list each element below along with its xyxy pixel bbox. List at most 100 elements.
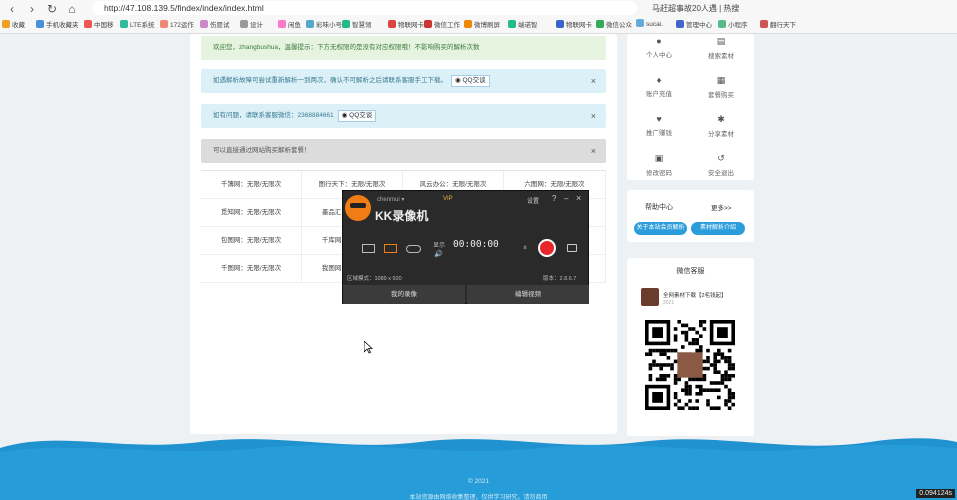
reload-icon[interactable]: ↻ xyxy=(44,2,60,16)
bookmark-item[interactable]: 翻行天下 xyxy=(760,19,796,29)
alert-text: 欢迎您，zhangbushua，温馨提示：下方无权限的是没有对应权限哦！不影响购… xyxy=(213,44,480,51)
home-icon[interactable]: ⌂ xyxy=(64,2,80,16)
wallet-icon: ♦ xyxy=(656,75,662,85)
sidebar-item-label: 搜索素材 xyxy=(708,53,734,60)
close-icon[interactable]: × xyxy=(591,104,596,128)
bookmark-icon xyxy=(676,20,684,28)
kk-settings[interactable]: 设置 xyxy=(527,196,539,205)
camera-icon[interactable] xyxy=(567,244,577,252)
help-center: 帮助中心 更多>> 关于本站会员解析 素材解析介绍 xyxy=(627,190,754,242)
bookmark-item[interactable]: 设计 xyxy=(240,19,263,29)
help-title: 帮助中心 xyxy=(645,204,673,211)
sidebar-item-label: 分享素材 xyxy=(708,131,734,138)
bookmark-label: 彩味小号 xyxy=(316,22,342,29)
intro-button[interactable]: 素材解析介绍 xyxy=(691,222,745,235)
qr-code xyxy=(645,320,735,410)
alert-text: 可以直接通过网站购买解析套餐！ xyxy=(213,147,311,154)
kk-close-icon[interactable]: × xyxy=(576,193,581,203)
pause-icon[interactable]: ⏸ xyxy=(523,243,527,253)
url-text[interactable]: http://47.108.139.5/findex/index/index.h… xyxy=(104,3,264,13)
alert-box: 如有问题，请联系客服微信：2368884661 ◉ QQ交谈 × xyxy=(201,104,606,128)
record-button[interactable] xyxy=(538,239,556,257)
bookmark-label: LTE系统 xyxy=(130,22,155,29)
bookmark-item[interactable]: 物联网卡 xyxy=(556,19,592,29)
sidebar-item[interactable]: ♥ 推广赚钱 xyxy=(629,114,689,137)
browser-search[interactable]: 马赶超事故20人遇 | 热搜 xyxy=(652,3,739,14)
bookmark-icon xyxy=(240,20,248,28)
qq-chat-button[interactable]: ◉ QQ交谈 xyxy=(337,110,377,122)
kk-account[interactable]: chenmui ▾ xyxy=(377,196,404,203)
bookmark-item[interactable]: 彩味小号 xyxy=(306,19,342,29)
footer-copyright: © 2021 xyxy=(467,478,490,485)
screen-mode-icon[interactable] xyxy=(362,244,375,253)
kk-help-icon[interactable]: ? xyxy=(552,194,556,203)
edit-video-tab[interactable]: 编辑视频 xyxy=(467,285,589,304)
bookmark-label: 物联网卡 xyxy=(566,22,592,29)
about-button[interactable]: 关于本站会员解析 xyxy=(634,222,687,235)
bookmark-item[interactable]: 172运作 xyxy=(160,19,194,29)
bookmark-label: 物联网卡 xyxy=(398,22,424,29)
forward-icon[interactable]: › xyxy=(24,2,40,16)
bookmark-item[interactable]: 小程序 xyxy=(718,19,748,29)
bookmark-item[interactable]: 物联网卡 xyxy=(388,19,424,29)
bookmark-icon xyxy=(2,20,10,28)
bookmark-label: 伤愿试 xyxy=(210,22,230,29)
sidebar-item[interactable]: ▤ 搜索素材 xyxy=(691,36,751,60)
mouse-cursor-icon xyxy=(364,341,373,354)
bookmark-label: 管理中心 xyxy=(686,22,712,29)
bookmark-item[interactable]: 微信公众 xyxy=(596,19,632,29)
bookmark-icon xyxy=(84,20,92,28)
close-icon[interactable]: × xyxy=(591,139,596,163)
user-icon: ● xyxy=(656,36,662,46)
bookmark-item[interactable]: 端诺智 xyxy=(508,19,538,29)
sidebar-item[interactable]: ✱ 分享素材 xyxy=(691,114,751,138)
kk-minimize-icon[interactable]: – xyxy=(564,194,568,203)
bookmark-item[interactable]: 闲鱼 xyxy=(278,19,301,29)
bookmark-item[interactable]: 智慧领 xyxy=(342,19,372,29)
bookmark-item[interactable]: LTE系统 xyxy=(120,19,154,29)
help-more-link[interactable]: 更多>> xyxy=(711,202,732,212)
sidebar-item[interactable]: ▣ 修改密码 xyxy=(629,153,689,177)
alert-box: 如遇解析故障可尝试重新解析一到两次，确认不可解析之后请联系客服手工下载。 ◉ QQ… xyxy=(201,69,606,93)
user-menu: ● 个人中心 ▤ 搜索素材 ♦ 账户充值 ▦ 套餐购买 ♥ 推广赚钱 ✱ 分享素材 ▣ 修改密码 ↺ 安全退出 xyxy=(627,34,754,180)
bookmark-item[interactable]: sucai. xyxy=(636,19,663,28)
promote-icon: ♥ xyxy=(656,114,662,124)
share-icon: ✱ xyxy=(717,114,725,124)
bookmark-icon xyxy=(508,20,516,28)
window-mode-icon[interactable] xyxy=(384,244,397,253)
bookmark-label: 闲鱼 xyxy=(288,22,301,29)
bookmark-icon xyxy=(160,20,168,28)
table-cell: 觅知网：无限/无限次 xyxy=(201,199,302,227)
kk-logo-icon xyxy=(345,195,371,221)
qq-chat-button[interactable]: ◉ QQ交谈 xyxy=(451,75,490,87)
back-icon[interactable]: ‹ xyxy=(4,2,20,16)
bookmark-icon xyxy=(36,20,44,28)
sidebar-item-label: 个人中心 xyxy=(646,52,672,59)
bookmark-icon xyxy=(278,20,286,28)
bookmark-item[interactable]: 手机收藏夹 xyxy=(36,19,79,29)
bookmark-item[interactable]: 中国移 xyxy=(84,19,114,29)
bookmark-item[interactable]: 管理中心 xyxy=(676,19,712,29)
sidebar-item[interactable]: ▦ 套餐购买 xyxy=(691,75,751,99)
alert-box: 欢迎您，zhangbushua，温馨提示：下方无权限的是没有对应权限哦！不影响购… xyxy=(201,36,606,60)
bookmark-item[interactable]: 微博刷屏 xyxy=(464,19,500,29)
sidebar-item[interactable]: ● 个人中心 xyxy=(629,36,689,59)
quota-table: 千簿网：无限/无限次 图行天下：无限/无限次 风云办公：无限/无限次 六图网：无限/无… xyxy=(201,170,606,283)
game-mode-icon[interactable] xyxy=(406,245,421,253)
sidebar-item[interactable]: ♦ 账户充值 xyxy=(629,75,689,98)
bookmark-item[interactable]: 伤愿试 xyxy=(200,19,230,29)
alert-text: 如有问题，请联系客服微信：2368884661 xyxy=(213,112,334,119)
bookmark-item[interactable]: 收藏 xyxy=(2,19,25,29)
bookmark-icon xyxy=(424,20,432,28)
kk-vip[interactable]: VIP xyxy=(443,196,453,202)
bookmark-label: 中国移 xyxy=(94,22,114,29)
alert-box: 可以直接通过网站购买解析套餐！ × xyxy=(201,139,606,163)
volume-icon[interactable]: 🔊 xyxy=(434,250,443,258)
bookmark-item[interactable]: 微信工作 xyxy=(424,19,460,29)
kk-logo-glasses xyxy=(350,203,366,208)
bookmark-label: 172运作 xyxy=(170,22,194,29)
sidebar-item[interactable]: ↺ 安全退出 xyxy=(691,153,751,177)
close-icon[interactable]: × xyxy=(591,69,596,93)
bookmark-icon xyxy=(596,20,604,28)
my-videos-tab[interactable]: 我的录像 xyxy=(343,285,465,304)
